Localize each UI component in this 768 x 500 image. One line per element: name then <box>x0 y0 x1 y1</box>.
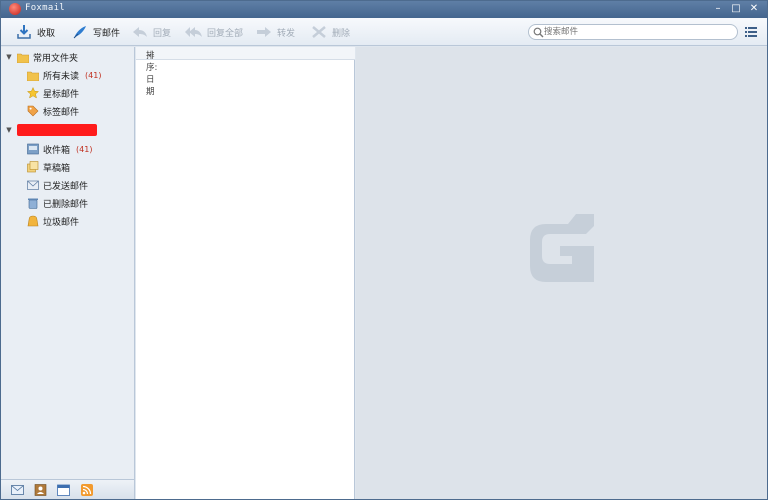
maximize-button[interactable]: □ <box>729 2 743 16</box>
folder-label: 已发送邮件 <box>43 181 89 192</box>
reply-icon <box>131 24 149 40</box>
sent-icon <box>27 179 39 191</box>
unread-count: (41) <box>76 144 93 154</box>
preview-pane <box>356 47 767 499</box>
compose-icon <box>71 24 89 40</box>
app-window: Foxmail – □ ✕ 收取 写邮件 回复 回复全部 转发 删除 搜索邮件 … <box>0 0 768 500</box>
collapse-triangle-icon[interactable]: ▼ <box>5 126 13 134</box>
redacted-account-name <box>17 124 97 136</box>
folder-sent[interactable]: 已发送邮件 <box>27 177 88 193</box>
folder-label: 草稿箱 <box>43 163 71 174</box>
menu-icon[interactable] <box>744 25 758 39</box>
account-header[interactable]: ▼ <box>5 122 97 138</box>
folder-drafts[interactable]: 草稿箱 <box>27 159 70 175</box>
reply-button[interactable]: 回复 <box>131 23 171 41</box>
draft-icon <box>27 161 39 173</box>
folder-label: 所有未读 <box>43 71 80 82</box>
reply-all-icon <box>185 24 203 40</box>
rss-icon[interactable] <box>81 484 94 496</box>
collapse-triangle-icon[interactable]: ▼ <box>5 53 13 61</box>
junk-icon <box>27 215 39 227</box>
folder-starred[interactable]: 星标邮件 <box>27 85 79 101</box>
search-box[interactable] <box>528 24 738 40</box>
folder-label: 垃圾邮件 <box>43 217 80 228</box>
inbox-icon <box>27 143 39 155</box>
sort-bar[interactable]: 排序: 日期 ⌄ <box>136 47 355 97</box>
forward-label: 转发 <box>277 28 296 39</box>
folder-all-unread[interactable]: 所有未读 (41) <box>27 67 101 83</box>
contacts-icon[interactable] <box>34 484 47 496</box>
folder-label: 星标邮件 <box>43 89 80 100</box>
reply-all-label: 回复全部 <box>207 28 244 39</box>
folder-icon <box>27 69 39 81</box>
chevron-down-icon: ⌄ <box>146 49 154 59</box>
compose-label: 写邮件 <box>93 28 121 39</box>
folder-label: 收件箱 <box>43 145 71 156</box>
trash-icon <box>27 197 39 209</box>
message-list[interactable]: 排序: 日期 ⌄ <box>136 47 355 499</box>
receive-button[interactable]: 收取 <box>15 23 55 41</box>
delete-label: 删除 <box>332 28 351 39</box>
folder-deleted[interactable]: 已删除邮件 <box>27 195 88 211</box>
foxmail-watermark-icon <box>528 212 596 284</box>
search-icon <box>533 27 544 38</box>
toolbar: 收取 写邮件 回复 回复全部 转发 删除 搜索邮件 <box>1 18 767 46</box>
folder-sidebar: ▼ 常用文件夹 所有未读 (41) 星标邮件 标签邮件 ▼ 收件箱 (41) 草… <box>1 47 135 479</box>
minimize-button[interactable]: – <box>711 2 725 16</box>
reply-label: 回复 <box>153 28 172 39</box>
sidebar-bottom-bar <box>1 479 135 499</box>
search-input[interactable] <box>544 26 729 38</box>
folder-tagged[interactable]: 标签邮件 <box>27 103 79 119</box>
forward-icon <box>255 24 273 40</box>
title-bar: Foxmail – □ ✕ <box>1 1 767 18</box>
delete-button[interactable]: 删除 <box>310 23 350 41</box>
forward-button[interactable]: 转发 <box>255 23 295 41</box>
folder-icon <box>17 51 29 63</box>
favorites-header-label: 常用文件夹 <box>33 53 79 64</box>
folder-junk[interactable]: 垃圾邮件 <box>27 213 79 229</box>
app-logo-icon <box>9 3 21 15</box>
tag-icon <box>27 105 39 117</box>
favorites-header[interactable]: ▼ 常用文件夹 <box>5 49 78 65</box>
unread-count: (41) <box>85 70 102 80</box>
window-title: Foxmail <box>25 3 66 13</box>
calendar-icon[interactable] <box>57 484 70 496</box>
folder-label: 标签邮件 <box>43 107 80 118</box>
close-button[interactable]: ✕ <box>747 2 761 16</box>
folder-inbox[interactable]: 收件箱 (41) <box>27 141 92 157</box>
compose-button[interactable]: 写邮件 <box>71 23 120 41</box>
star-icon <box>27 87 39 99</box>
folder-label: 已删除邮件 <box>43 199 89 210</box>
receive-label: 收取 <box>37 28 56 39</box>
delete-icon <box>310 24 328 40</box>
reply-all-button[interactable]: 回复全部 <box>185 23 243 41</box>
mail-icon[interactable] <box>11 484 24 496</box>
receive-icon <box>15 24 33 40</box>
